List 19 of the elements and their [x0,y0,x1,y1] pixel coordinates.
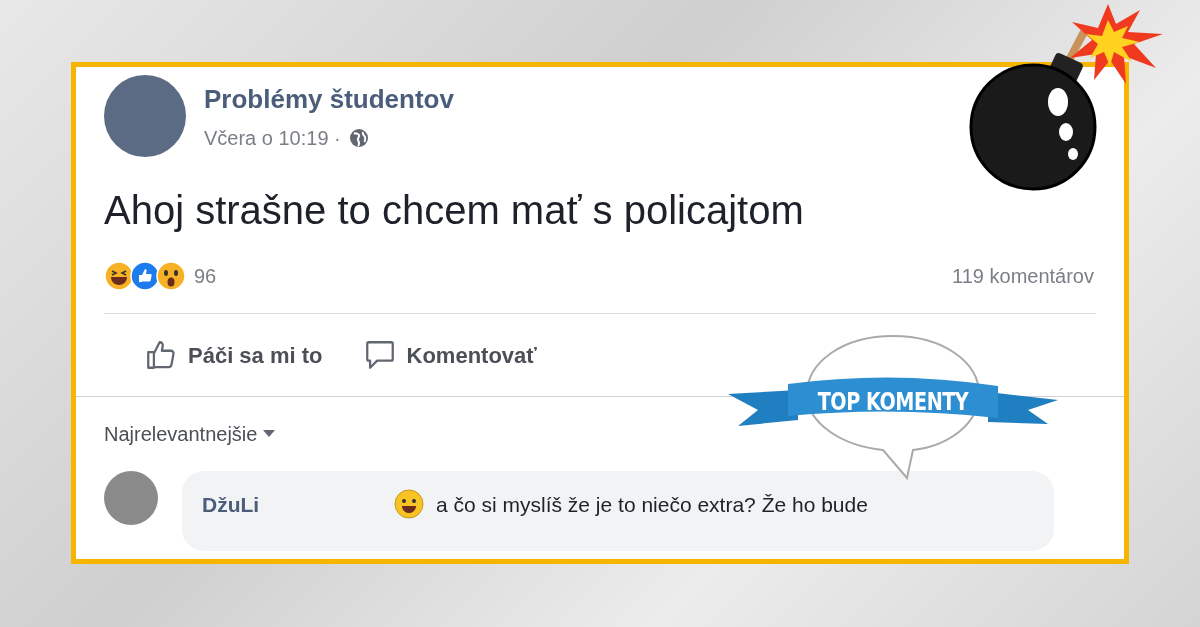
laughing-emoji-icon [104,261,134,291]
comment-text: a čo si myslíš že je to niečo extra? Že ho bude [436,492,868,518]
smiling-emoji-icon [394,489,424,519]
comment-count[interactable]: 119 komentárov [952,261,1094,291]
commenter-avatar-placeholder [104,471,158,525]
action-button[interactable]: Páči sa mi to [144,338,323,372]
comment-author[interactable]: DžuLi [202,489,382,521]
action-button[interactable]: Komentovať [362,338,537,372]
surprised-emoji-icon [156,261,186,291]
post-time: Včera o 10:19 · [204,125,341,151]
caret-icon [263,430,276,438]
reaction-count[interactable]: 96 [194,261,217,291]
thumbs-up-icon [144,338,178,372]
like-reaction-icon [130,261,160,291]
globe-icon [348,127,369,148]
badge-label: TOP KOMENTY [817,387,969,418]
sort-dropdown[interactable]: Najrelevantnejšie [104,419,276,449]
post-text: Ahoj strašne to chcem mať s policajtom [104,187,805,234]
page-name[interactable]: Problémy študentov [204,79,454,119]
